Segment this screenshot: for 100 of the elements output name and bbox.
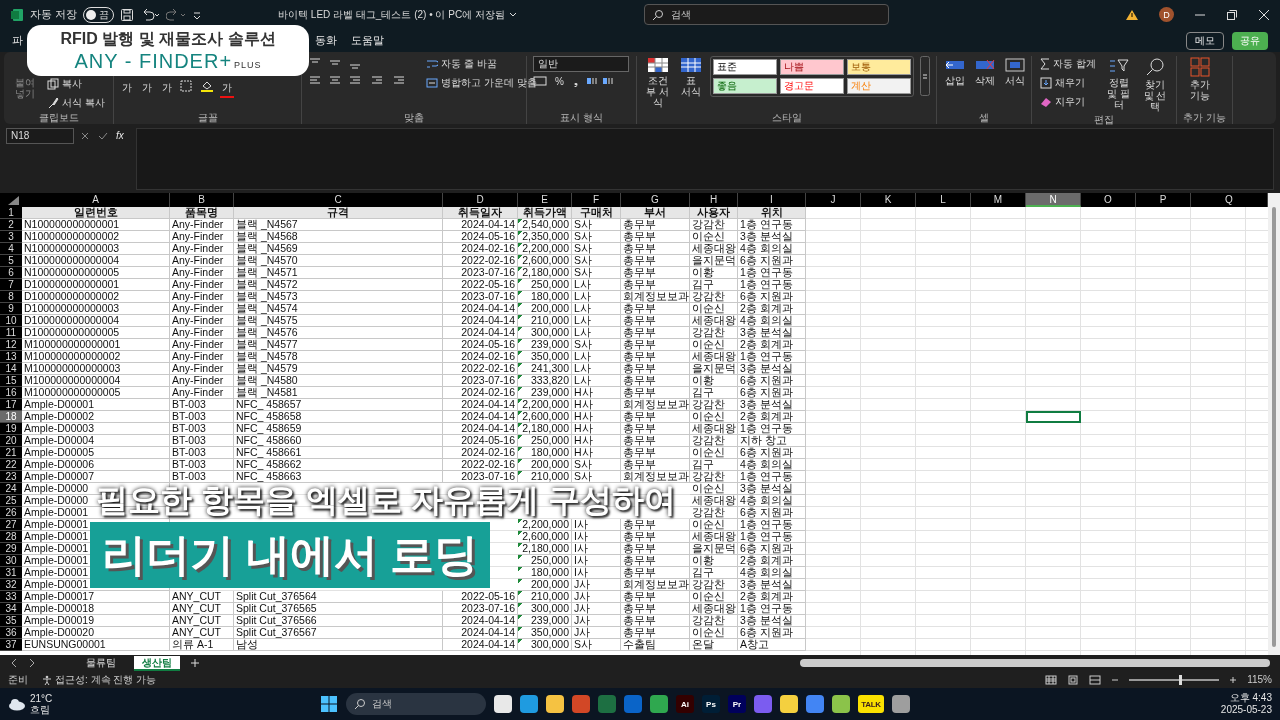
next-sheet-icon[interactable] — [28, 658, 36, 669]
active-cell[interactable] — [1026, 410, 1081, 423]
app-icon[interactable] — [546, 695, 564, 714]
cell-style-option[interactable]: 나쁨 — [780, 58, 844, 75]
insert-function-button[interactable]: fx — [116, 130, 124, 142]
delete-button[interactable]: 삭제 — [973, 55, 997, 87]
cancel-icon[interactable] — [80, 130, 90, 141]
font-color-button[interactable]: 가 — [220, 79, 234, 98]
table-cell: 1층 연구동 — [740, 218, 793, 230]
cell-style-option[interactable]: 좋음 — [713, 77, 777, 94]
table-cell: 200,000 — [531, 302, 569, 314]
column-header[interactable]: A — [22, 192, 170, 207]
app-tile[interactable]: Ai — [676, 695, 694, 714]
save-icon[interactable] — [120, 7, 135, 22]
column-header[interactable]: C — [234, 192, 443, 207]
redo-icon[interactable] — [166, 7, 187, 22]
copy-button[interactable]: 복사 — [45, 75, 107, 92]
accessibility-status[interactable]: 접근성: 계속 진행 가능 — [55, 672, 157, 687]
font-size-button[interactable]: 가 — [160, 79, 174, 96]
menu-tab[interactable]: 동화 — [315, 31, 337, 51]
maximize-icon[interactable] — [1226, 8, 1238, 21]
format-button[interactable]: 서식 — [1003, 55, 1027, 87]
table-cell: 333,820 — [531, 374, 569, 386]
horizontal-scrollbar[interactable] — [800, 659, 1270, 668]
conditional-formatting-button[interactable]: 조건부 서식 — [643, 55, 672, 109]
app-icon[interactable] — [494, 695, 512, 714]
menu-tab[interactable]: 도움말 — [351, 31, 384, 51]
column-header[interactable]: F — [572, 192, 621, 207]
column-header[interactable]: E — [518, 192, 572, 207]
check-icon[interactable] — [98, 130, 108, 141]
table-cell: 총무부 — [623, 458, 656, 470]
format-table-button[interactable]: 표 서식 — [678, 55, 704, 98]
taskbar-search-field[interactable]: 검색 — [346, 693, 486, 716]
search-field[interactable]: 검색 — [643, 4, 889, 26]
column-header[interactable]: M — [971, 192, 1026, 207]
add-sheet-icon[interactable] — [190, 658, 200, 669]
table-cell: 세종대왕 — [692, 350, 736, 362]
autosum-button[interactable]: 자동 합계 — [1038, 55, 1098, 72]
format-painter-button[interactable]: 서식 복사 — [45, 94, 107, 111]
addins-button[interactable]: 추가 기능 — [1183, 55, 1217, 102]
page-layout-icon[interactable] — [1067, 674, 1080, 685]
page-break-icon[interactable] — [1089, 674, 1102, 685]
table-cell: 이순신 — [692, 302, 725, 314]
sheet-tab[interactable]: 생산팀 — [134, 655, 180, 671]
comments-button[interactable]: 메모 — [1186, 31, 1224, 50]
table-cell: 남성 — [236, 638, 258, 650]
column-header[interactable]: L — [916, 192, 971, 207]
app-icon[interactable] — [650, 695, 668, 714]
font-size-button[interactable]: 가 — [140, 79, 154, 96]
column-header[interactable]: B — [170, 192, 234, 207]
column-header[interactable]: I — [738, 192, 806, 207]
app-icon[interactable] — [892, 695, 910, 714]
merge-center-button[interactable]: 병합하고 가운데 맞춤 — [424, 74, 539, 91]
app-tile[interactable]: Ps — [702, 695, 720, 714]
column-header[interactable]: J — [806, 192, 861, 207]
comma-button[interactable]: ❟ — [571, 74, 580, 89]
cell-style-option[interactable]: 경고문 — [780, 77, 844, 94]
column-header[interactable]: N — [1026, 192, 1081, 207]
close-icon[interactable] — [1258, 8, 1270, 21]
name-box[interactable]: N18 — [6, 127, 74, 144]
zoom-in-icon[interactable] — [1229, 675, 1238, 684]
column-header[interactable]: H — [690, 192, 738, 207]
percent-button[interactable]: % — [553, 74, 566, 88]
column-header[interactable]: D — [443, 192, 518, 207]
app-tile[interactable]: TALK — [858, 695, 884, 714]
formula-input-field[interactable] — [135, 127, 1274, 190]
menu-tab[interactable]: 파 — [12, 31, 23, 51]
column-header[interactable]: P — [1136, 192, 1191, 207]
column-header[interactable]: Q — [1191, 192, 1268, 207]
fill-color-icon[interactable] — [200, 79, 214, 92]
number-format-dropdown[interactable]: 일반 — [533, 55, 629, 72]
app-icon[interactable] — [832, 695, 850, 714]
start-icon[interactable] — [320, 695, 338, 714]
table-cell: D100000000000004 — [24, 314, 120, 326]
font-size-button[interactable]: 가 — [120, 79, 134, 96]
sheet-tab[interactable]: 물류팀 — [78, 655, 124, 671]
clear-button[interactable]: 지우기 — [1038, 93, 1098, 110]
user-avatar[interactable]: D — [1159, 7, 1174, 23]
fill-button[interactable]: 채우기 — [1038, 74, 1098, 91]
table-cell: 이황 — [692, 266, 714, 278]
column-header[interactable]: O — [1081, 192, 1136, 207]
app-icon[interactable] — [780, 695, 798, 714]
slider-thumb[interactable] — [1178, 674, 1182, 685]
paste-button[interactable]: 붙여넣기 — [10, 75, 40, 100]
borders-icon[interactable] — [180, 79, 194, 92]
column-header[interactable]: G — [621, 192, 690, 207]
cell-style-option[interactable]: 표준 — [713, 58, 777, 75]
more-styles-icon[interactable] — [920, 55, 930, 96]
select-all-icon[interactable] — [0, 192, 22, 207]
app-icon[interactable] — [520, 695, 538, 714]
find-select-button[interactable]: 찾기 및 선택 — [1139, 55, 1170, 113]
zoom-level[interactable]: 115% — [1247, 674, 1272, 686]
cell-style-option[interactable]: 보통 — [847, 58, 911, 75]
sort-filter-button[interactable]: 정렬 및 필터 — [1103, 55, 1134, 111]
column-header[interactable]: K — [861, 192, 916, 207]
table-cell: H사 — [574, 446, 593, 458]
app-tile[interactable]: Pr — [728, 695, 746, 714]
normal-view-icon[interactable] — [1045, 674, 1058, 685]
prev-sheet-icon[interactable] — [10, 658, 18, 669]
insert-button[interactable]: 삽입 — [943, 55, 967, 87]
